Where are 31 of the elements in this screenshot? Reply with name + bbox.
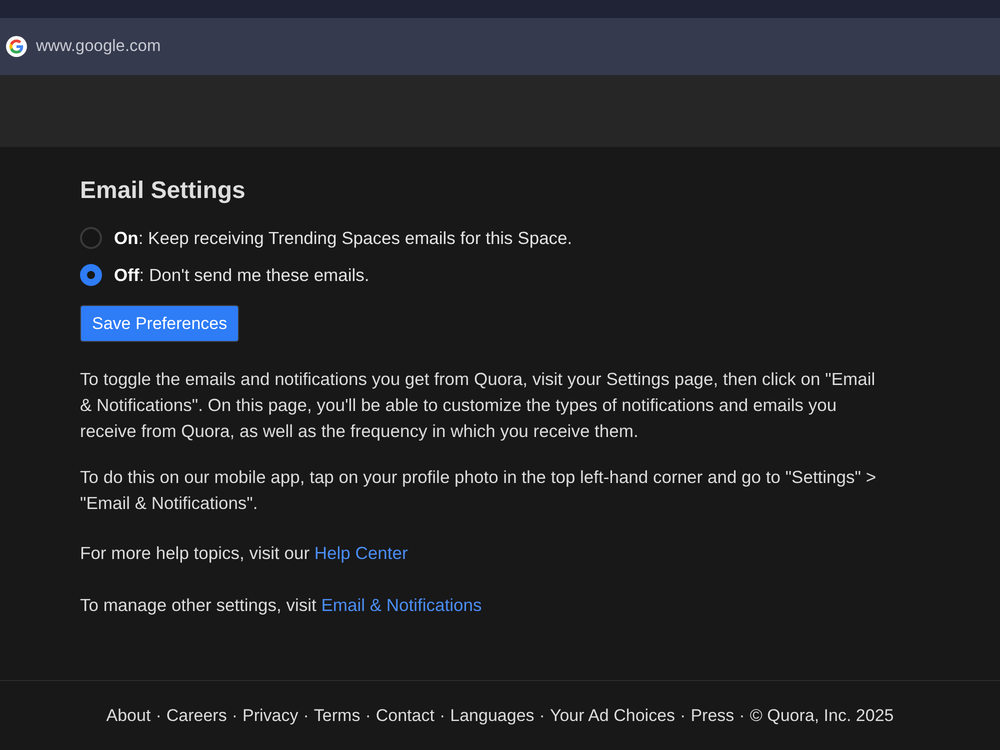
help-paragraph: To do this on our mobile app, tap on your profile photo in the top left-hand corner and go to "Settings" > "Email & Notifications". xyxy=(80,466,878,515)
footer-link[interactable]: Languages xyxy=(450,702,534,728)
separator-dot: · xyxy=(232,704,238,727)
separator-dot: · xyxy=(439,704,446,727)
radio-button[interactable] xyxy=(80,227,102,249)
footer-link[interactable]: About xyxy=(106,702,151,728)
help-paragraph: To toggle the emails and notifications you get from Quora, visit your Settings page, then click on "Email & Notifications". On this page, you'll be able to customize the types of notifications and emails you receive from Quora, as well as the frequency in which you receive them. xyxy=(80,368,876,443)
option-label: On: Keep receiving Trending Spaces emails for this Space. xyxy=(114,226,572,250)
help-text: To manage other settings, visit Email & Notifications xyxy=(80,594,483,617)
copyright-text: © Quora, Inc. 2025 xyxy=(750,704,894,727)
help-text: For more help topics, visit our Help Center xyxy=(80,542,409,565)
footer-link[interactable]: Privacy xyxy=(242,702,298,728)
google-g-icon xyxy=(6,36,27,57)
option-label: Off: Don't send me these emails. xyxy=(114,264,370,287)
save-preferences-button[interactable]: Save Preferences xyxy=(80,305,240,342)
footer-link[interactable]: Contact xyxy=(376,702,434,728)
help-link[interactable]: Email & Notifications xyxy=(321,595,482,615)
separator-dot: · xyxy=(539,704,545,727)
footer-link[interactable]: Your Ad Choices xyxy=(550,702,676,728)
footer-link[interactable]: Careers xyxy=(166,702,227,728)
section-title: Email Settings xyxy=(80,177,246,205)
separator-dot: · xyxy=(680,704,686,727)
separator-dot: · xyxy=(739,704,745,727)
footer-link[interactable]: Terms xyxy=(314,702,360,728)
separator-dot: · xyxy=(365,704,371,727)
help-link[interactable]: Help Center xyxy=(314,543,408,563)
radio-button[interactable] xyxy=(80,264,102,286)
separator-dot: · xyxy=(156,704,162,727)
separator-dot: · xyxy=(303,704,309,727)
address-text[interactable]: www.google.com xyxy=(36,34,161,59)
footer-link[interactable]: Press xyxy=(690,702,734,728)
